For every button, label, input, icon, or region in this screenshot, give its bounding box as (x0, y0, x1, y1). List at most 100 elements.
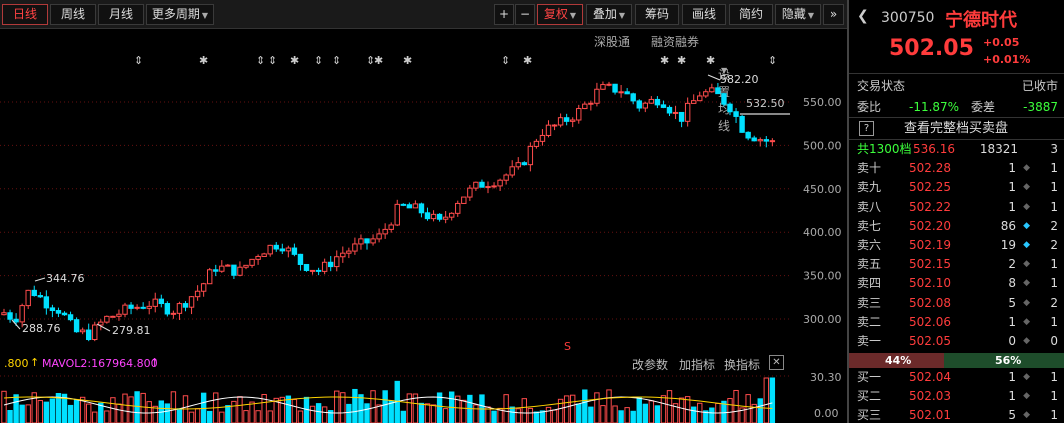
hide-dropdown[interactable]: 隐藏 ▼ (775, 4, 821, 25)
diamond-icon: ◆ (1023, 335, 1030, 346)
zoom-out-button[interactable]: − (515, 4, 535, 25)
buy-row[interactable]: 买一 502.04 1 ◆ 1 (849, 368, 1064, 387)
full-book-row[interactable]: ? 查看完整档买卖盘 (849, 118, 1064, 140)
candle-body (352, 243, 358, 252)
mavol1-value: .800 (4, 357, 29, 370)
volume-bar (533, 411, 540, 423)
event-marker-icon: ⇕ (332, 54, 341, 67)
close-icon[interactable]: ✕ (769, 355, 784, 370)
sell-row[interactable]: 卖三 502.08 5 ◆ 2 (849, 294, 1064, 313)
sell-order-count: 2 (1050, 295, 1058, 310)
help-icon[interactable]: ? (859, 121, 874, 136)
sell-row[interactable]: 卖四 502.10 8 ◆ 1 (849, 274, 1064, 293)
buy-book: 买一 502.04 1 ◆ 1 买二 502.03 1 ◆ 1 买三 502.01 5 ◆ 1 (849, 368, 1064, 423)
sell-row[interactable]: 卖九 502.25 1 ◆ 1 (849, 178, 1064, 197)
buy-level-label: 买一 (857, 370, 882, 385)
volume-bar (521, 398, 527, 423)
add-indicator-button[interactable]: 加指标 (679, 356, 715, 373)
switch-indicator-button[interactable]: 换指标 (724, 356, 760, 373)
overlay-dropdown[interactable]: 叠加 ▼ (586, 4, 632, 25)
volume-bar (624, 407, 630, 423)
volume-bar (207, 410, 213, 423)
stock-name: 宁德时代 (945, 10, 1017, 31)
sell-level-label: 卖三 (857, 295, 882, 310)
ref-price-label: 532.50 (746, 97, 785, 110)
volume-chart[interactable]: 30.30 0.00 (0, 373, 847, 423)
diamond-icon: ◆ (1023, 316, 1030, 327)
margin-trading-link[interactable]: 融资融券 (651, 33, 699, 50)
buy-price: 502.03 (909, 389, 951, 404)
sell-volume: 19 (1000, 237, 1016, 252)
sell-price: 502.05 (909, 333, 951, 348)
volume-bar (461, 399, 467, 423)
diamond-icon: ◆ (1023, 297, 1030, 308)
volume-bar (255, 410, 261, 423)
period-week-button[interactable]: 周线 (50, 4, 96, 25)
diamond-icon: ◆ (1023, 410, 1030, 421)
candle-body (539, 134, 546, 142)
candle-body (146, 305, 152, 309)
edit-params-button[interactable]: 改参数 (632, 356, 668, 373)
draw-line-button[interactable]: 画线 (682, 4, 726, 25)
chips-button[interactable]: 筹码 (635, 4, 679, 25)
book-total-cnt: 3 (1050, 142, 1058, 156)
book-total-vol: 18321 (979, 142, 1018, 156)
volume-bar (303, 396, 310, 423)
candle-body (436, 213, 443, 220)
quote-panel: ❮ 300750 宁德时代 502.05 +0.05 +0.01% 交易状态 已… (847, 0, 1064, 423)
hk-connect-link[interactable]: 深股通 (594, 33, 630, 50)
diamond-icon: ◆ (1023, 259, 1030, 270)
sell-price: 502.10 (909, 276, 951, 291)
simple-mode-button[interactable]: 简约 (729, 4, 773, 25)
candle-body (31, 289, 37, 297)
sell-level-label: 卖九 (857, 180, 882, 195)
sell-row[interactable]: 卖五 502.15 2 ◆ 1 (849, 255, 1064, 274)
sell-book: 卖十 502.28 1 ◆ 1 卖九 502.25 1 ◆ 1 卖八 502.22 1 ◆ 1 卖七 502.2… (849, 159, 1064, 351)
candle-body (340, 252, 346, 258)
candle-body (388, 224, 394, 230)
kline-chart-area[interactable]: 日线 周线 月线 更多周期 ▼ + − 复权 ▼ 叠加 ▼ 筹码 画线 简约 隐藏 ▼ … (0, 0, 847, 423)
last-price: 502.05 (889, 36, 974, 61)
volume-bar (309, 405, 316, 423)
diamond-icon: ◆ (1023, 239, 1030, 250)
sell-volume: 1 (1008, 199, 1016, 214)
candle-body (642, 102, 648, 109)
volume-bar (67, 404, 74, 423)
buy-level-label: 买二 (857, 389, 882, 404)
diamond-icon: ◆ (1023, 182, 1030, 193)
sell-row[interactable]: 卖八 502.22 1 ◆ 1 (849, 198, 1064, 217)
book-total-price: 536.16 (913, 142, 955, 156)
sell-row[interactable]: 卖一 502.05 0 ◆ 0 (849, 332, 1064, 351)
period-month-button[interactable]: 月线 (98, 4, 144, 25)
zoom-in-button[interactable]: + (494, 4, 514, 25)
buy-volume: 5 (1008, 408, 1016, 423)
event-marker-icon: ✱ (677, 54, 686, 67)
candle-body (291, 247, 298, 255)
diamond-icon: ◆ (1023, 163, 1030, 174)
candle-body (442, 216, 449, 220)
more-periods-dropdown[interactable]: 更多周期 ▼ (146, 4, 214, 25)
collapse-panel-button[interactable]: » (823, 4, 844, 25)
chevron-left-icon[interactable]: ❮ (857, 8, 869, 24)
buy-row[interactable]: 买三 502.01 5 ◆ 1 (849, 406, 1064, 423)
volume-bar (376, 404, 382, 423)
event-marker-icon: ✱ (706, 54, 715, 67)
diamond-icon: ◆ (1023, 201, 1030, 212)
sell-row[interactable]: 卖七 502.20 86 ◆ 2 (849, 217, 1064, 236)
period-day-button[interactable]: 日线 (2, 4, 48, 25)
volume-bar (73, 399, 80, 423)
sell-row[interactable]: 卖六 502.19 19 ◆ 2 (849, 236, 1064, 255)
candlestick-chart[interactable]: 550.00 500.00 450.00 400.00 350.00 300.00 582.… (0, 52, 847, 355)
candle-body (733, 111, 739, 117)
volume-bar (654, 405, 661, 423)
candle-body (358, 238, 364, 245)
sell-row[interactable]: 卖十 502.28 1 ◆ 1 (849, 159, 1064, 178)
candle-body (267, 244, 273, 255)
sell-row[interactable]: 卖二 502.06 1 ◆ 1 (849, 313, 1064, 332)
full-book-link[interactable]: 查看完整档买卖盘 (904, 118, 1008, 139)
sell-order-count: 0 (1050, 333, 1058, 348)
buy-row[interactable]: 买二 502.03 1 ◆ 1 (849, 387, 1064, 406)
event-marker-icon: ✱ (199, 54, 208, 67)
diamond-icon: ◆ (1023, 278, 1030, 289)
fuquan-dropdown[interactable]: 复权 ▼ (537, 4, 583, 25)
